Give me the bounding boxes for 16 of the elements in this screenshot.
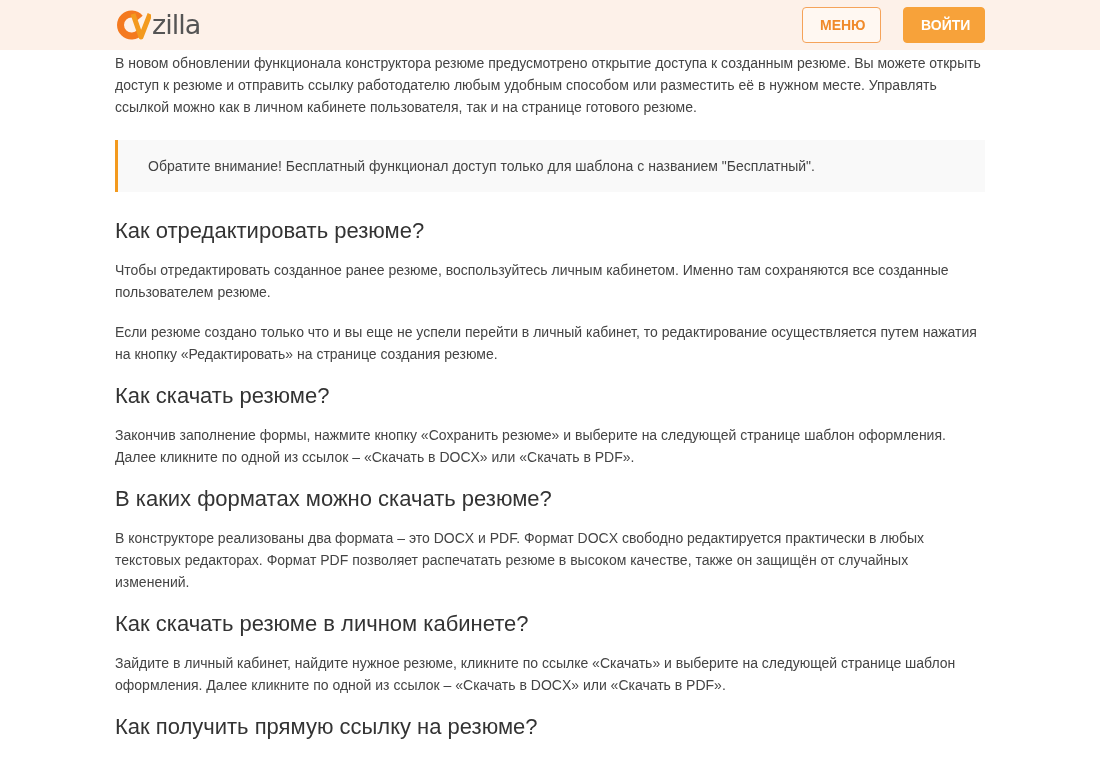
logo-text: zilla: [152, 10, 201, 40]
paragraph: В новом обновлении функционала конструктора резюме предусмотрено открытие доступа к созданным резюме. Вы можете открыть доступ к резюме и отправить ссылку работодателю любым удобным способом или разместить её в нужном месте. Управлять ссылкой можно как в личном кабинете пользователя, так и на странице готового резюме.: [115, 54, 982, 117]
paragraph: Зайдите в личный кабинет, найдите нужное резюме, кликните по ссылке «Скачать» и выберите на следующей странице шаблон оформления. Далее кликните по одной из ссылок – «Скачать в DOCX» или «Скачать в PDF».: [115, 654, 957, 695]
paragraph: В конструкторе реализованы два формата – это DOCX и PDF. Формат DOCX свободно редактируется практически в любых текстовых редакторах. Формат PDF позволяет распечатать резюме в высоком качестве, также он защищён от случайных изменений.: [115, 529, 925, 592]
section-heading: Как отредактировать резюме?: [115, 218, 426, 244]
menu-button[interactable]: МЕНЮ: [802, 7, 881, 43]
paragraph: Закончив заполнение формы, нажмите кнопку «Сохранить резюме» и выберите на следующей странице шаблон оформления. Далее кликните по одной из ссылок – «Скачать в DOCX» или «Скачать в PDF».: [115, 426, 947, 467]
section-heading: В каких форматах можно скачать резюме?: [115, 486, 553, 512]
login-button[interactable]: ВОЙТИ: [903, 7, 985, 43]
section-heading: Как получить прямую ссылку на резюме?: [115, 714, 539, 740]
section-heading: Как скачать резюме?: [115, 383, 331, 409]
paragraph: Если резюме создано только что и вы еще не успели перейти в личный кабинет, то редактирование осуществляется путем нажатия на кнопку «Редактировать» на странице создания резюме.: [115, 323, 978, 364]
logo-icon: [115, 10, 151, 40]
paragraph: Чтобы отредактировать созданное ранее резюме, воспользуйтесь личным кабинетом. Именно там сохраняются все созданные пользователем резюме.: [115, 261, 950, 302]
section-heading: Как скачать резюме в личном кабинете?: [115, 611, 530, 637]
notice-text: Обратите внимание! Бесплатный функционал доступ только для шаблона с названием "Бесплатный".: [148, 158, 815, 174]
